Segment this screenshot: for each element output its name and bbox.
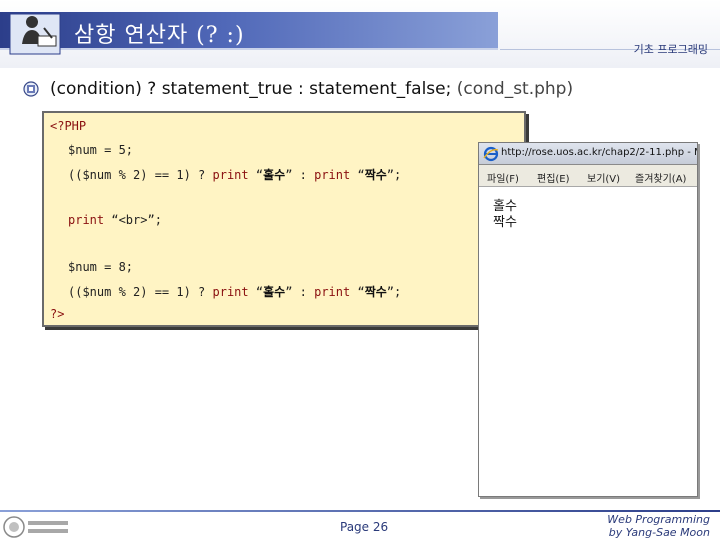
code-line-5: (($num % 2) == 1) ? print “홀수” : print “… [68,283,401,300]
course-label: 기초 프로그래밍 [633,43,708,56]
menu-edit[interactable]: 편집(E) [537,170,570,185]
odd-text: 홀수 [263,168,286,182]
print-keyword: print [314,285,351,299]
credit-author: by Yang-Sae Moon [608,526,710,539]
code-expr: (($num % 2) == 1) ? [68,168,213,182]
output-line-2: 짝수 [493,215,517,230]
php-open-tag: <?PHP [50,119,87,133]
print-keyword: print [212,285,249,299]
browser-window: http://rose.uos.ac.kr/chap2/2-11.php - M… [478,142,698,497]
ternary-colon: : [292,285,315,299]
even-text: 짝수 [364,285,387,299]
credit-course: Web Programming [607,513,710,526]
syntax-text: (condition) ? statement_true : statement… [50,79,452,99]
menu-file[interactable]: 파일(F) [487,170,519,185]
code-block: <?PHP $num = 5; (($num % 2) == 1) ? prin… [42,111,526,327]
bullet-icon [23,81,39,97]
code-line-2: (($num % 2) == 1) ? print “홀수” : print “… [68,166,401,183]
print-keyword: print [212,168,249,182]
footer-rule [0,510,720,512]
person-at-desk-icon [9,13,61,55]
br-string: “<br>”; [104,213,162,227]
code-line-4: $num = 8; [68,260,134,274]
odd-text: 홀수 [263,285,286,299]
even-text: 짝수 [364,168,387,182]
page-title: 삼항 연산자 (? :) [74,23,245,48]
quote-close: ”; [386,168,402,182]
syntax-bullet: (condition) ? statement_true : statement… [50,79,573,99]
footer-credit: Web Programming by Yang-Sae Moon [607,513,710,539]
menu-view[interactable]: 보기(V) [587,170,620,185]
quote-close: ”; [386,285,402,299]
menu-favorites[interactable]: 즐겨찾기(A) [635,170,686,185]
page-number: Page 26 [340,520,389,534]
browser-title-bar[interactable]: http://rose.uos.ac.kr/chap2/2-11.php - M [479,143,697,165]
quote-open: “ [255,168,264,182]
quote-open: “ [357,168,365,182]
quote-open: “ [357,285,365,299]
ternary-colon: : [292,168,315,182]
university-logo [3,516,68,538]
file-name: (cond_st.php) [456,79,574,99]
browser-content: 홀수 짝수 [493,199,517,231]
code-line-3: print “<br>”; [68,213,162,227]
php-close-tag: ?> [50,307,65,321]
browser-url: http://rose.uos.ac.kr/chap2/2-11.php - M [501,147,698,158]
quote-open: “ [255,285,264,299]
code-expr: (($num % 2) == 1) ? [68,285,213,299]
output-line-1: 홀수 [493,199,517,214]
print-keyword: print [68,213,105,227]
browser-menu-bar: 파일(F) 편집(E) 보기(V) 즐겨찾기(A) [479,165,697,187]
internet-explorer-icon [483,146,499,162]
print-keyword: print [314,168,351,182]
code-line-1: $num = 5; [68,143,134,157]
